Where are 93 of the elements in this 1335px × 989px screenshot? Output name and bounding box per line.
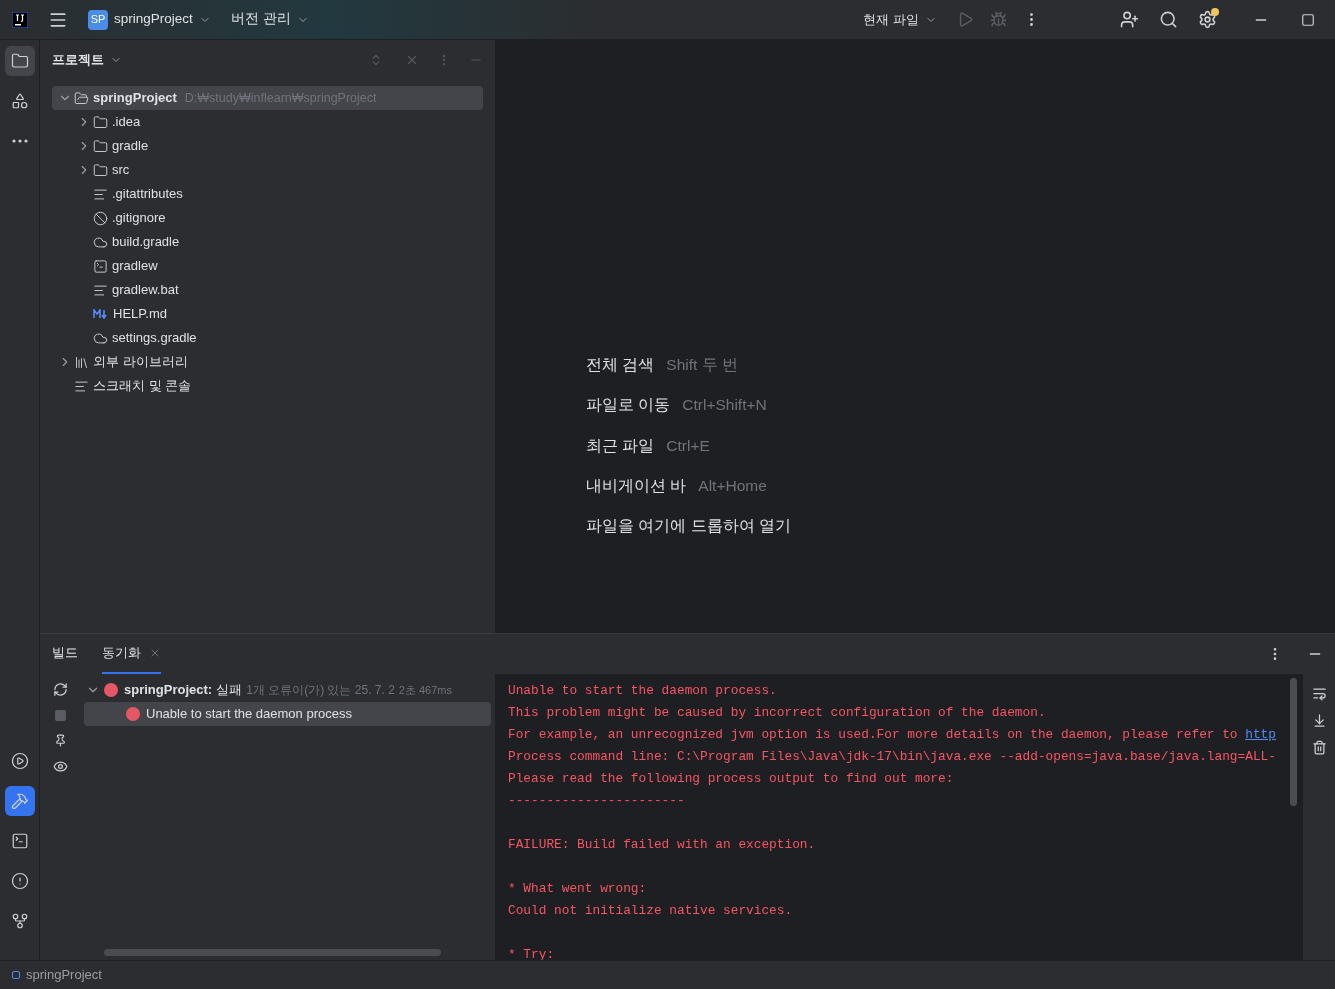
file-name: gradlew: [112, 257, 158, 276]
tree-row[interactable]: .gitattributes: [52, 182, 483, 206]
hint-action: 파일로 이동: [586, 395, 671, 416]
tree-row[interactable]: gradlew.bat: [52, 278, 483, 302]
file-name: gradlew.bat: [112, 281, 179, 300]
tree-row[interactable]: HELP.md: [52, 302, 483, 326]
hint-shortcut: Shift 두 번: [666, 355, 738, 375]
tree-row[interactable]: 외부 라이브러리: [52, 350, 483, 374]
hint-action: 최근 파일: [586, 435, 655, 456]
vcs-menu[interactable]: 버전 관리: [230, 9, 309, 30]
search-icon[interactable]: [1159, 10, 1178, 29]
file-name: .gitignore: [112, 209, 166, 228]
build-tree-row[interactable]: springProject: 실패 1개 오류이(가) 있는 25. 7. 2 2초 467ms: [84, 678, 491, 702]
file-name: build.gradle: [112, 233, 180, 252]
build-status: 실패: [216, 681, 243, 700]
file-name: gradle: [112, 137, 149, 156]
pin-icon[interactable]: [53, 734, 67, 747]
folder-icon: [74, 90, 89, 106]
console-line: For example, an unrecognized jvm option is used.For more details on the daemon, please refer to: [508, 726, 1239, 745]
vertical-scrollbar[interactable]: [1290, 678, 1297, 806]
console-line: Unable to start the daemon process.: [508, 682, 777, 701]
markdown-icon: [93, 309, 109, 319]
file-name: src: [112, 161, 130, 180]
console-line: Please read the following process output to find out more:: [508, 770, 954, 789]
project-badge: SP: [88, 9, 108, 30]
panel-tab[interactable]: 빌드: [52, 634, 78, 674]
branch-icon: [10, 912, 29, 930]
panel-tab[interactable]: 동기화: [102, 634, 161, 674]
console-line: Process command line: C:\Program Files\Java\jdk-17\bin\java.exe --add-opens=java.base/java.lang=ALL-: [508, 748, 1276, 767]
console-line: * What went wrong:: [508, 880, 647, 899]
hint-action: 전체 검색: [586, 355, 655, 375]
file-name: settings.gradle: [112, 329, 197, 348]
folder-icon: [93, 162, 108, 178]
eye-icon[interactable]: [52, 759, 68, 774]
app-logo-icon: [12, 11, 28, 28]
trash-icon[interactable]: [1311, 740, 1327, 755]
alert-icon: [10, 872, 29, 890]
folder-icon: [93, 138, 108, 154]
file-name: .gitattributes: [112, 185, 183, 204]
ignore-file-icon: [93, 210, 108, 226]
tree-row[interactable]: src: [52, 158, 483, 182]
file-name: HELP.md: [113, 305, 167, 324]
file-name: 외부 라이브러리: [93, 353, 188, 372]
tree-row[interactable]: settings.gradle: [52, 326, 483, 350]
panel-title[interactable]: 프로젝트: [52, 50, 104, 70]
maximize-icon[interactable]: [1301, 12, 1315, 27]
build-task-name: Unable to start the daemon process: [146, 705, 352, 724]
project-switcher[interactable]: SP springProject: [84, 3, 215, 36]
text-file-icon: [93, 186, 108, 202]
build-detail: 1개 오류이(가) 있는 25. 7. 2: [246, 682, 395, 699]
tree-row[interactable]: gradlew: [52, 254, 483, 278]
tree-row[interactable]: 스크래치 및 콘솔: [52, 374, 483, 398]
add-user-icon[interactable]: [1120, 10, 1139, 29]
soft-wrap-icon[interactable]: [1311, 686, 1327, 701]
more-icon: [11, 139, 28, 143]
script-file-icon: [93, 258, 108, 274]
text-file-icon: [93, 282, 108, 298]
console-line: -----------------------: [508, 792, 685, 811]
shapes-icon: [10, 92, 29, 110]
build-duration: 2초 467ms: [398, 682, 453, 698]
file-name: 스크래치 및 콘솔: [93, 377, 192, 396]
console-line: This problem might be caused by incorrect configuration of the daemon.: [508, 704, 1046, 723]
hint-action: 내비게이션 바: [586, 475, 687, 496]
folder-icon: [93, 114, 108, 130]
hint-shortcut: Ctrl+Shift+N: [682, 395, 767, 416]
console-line: Could not initialize native services.: [508, 902, 793, 921]
hint-shortcut: Ctrl+E: [666, 435, 710, 456]
console-link[interactable]: http: [1245, 725, 1276, 745]
run-icon: [10, 752, 29, 770]
horizontal-scrollbar[interactable]: [104, 949, 441, 956]
tool-window-button[interactable]: [4, 786, 35, 816]
tree-row[interactable]: gradle: [52, 134, 483, 158]
hammer-icon: [10, 792, 29, 810]
build-task-name: springProject:: [124, 681, 213, 700]
tool-window-button[interactable]: [4, 46, 35, 76]
settings-icon[interactable]: [1198, 10, 1217, 29]
file-name: .idea: [112, 113, 141, 132]
sync-icon[interactable]: [52, 682, 68, 697]
breadcrumb[interactable]: springProject: [26, 965, 102, 985]
build-tree-row[interactable]: Unable to start the daemon process: [84, 702, 491, 726]
console-line: FAILURE: Build failed with an exception.: [508, 836, 816, 855]
tree-row[interactable]: .idea: [52, 110, 483, 134]
terminal-icon: [10, 832, 29, 850]
library-icon: [74, 354, 89, 370]
hint-shortcut: Alt+Home: [698, 475, 767, 496]
folder-icon: [10, 52, 29, 70]
file-name: springProject: [93, 89, 177, 108]
run-config-menu[interactable]: 현재 파일: [863, 9, 937, 30]
tree-row[interactable]: .gitignore: [52, 206, 483, 230]
close-icon[interactable]: [149, 647, 161, 659]
tree-row[interactable]: build.gradle: [52, 230, 483, 254]
hint-action: 파일을 여기에 드롭하여 열기: [586, 516, 791, 536]
module-icon: [12, 971, 20, 979]
